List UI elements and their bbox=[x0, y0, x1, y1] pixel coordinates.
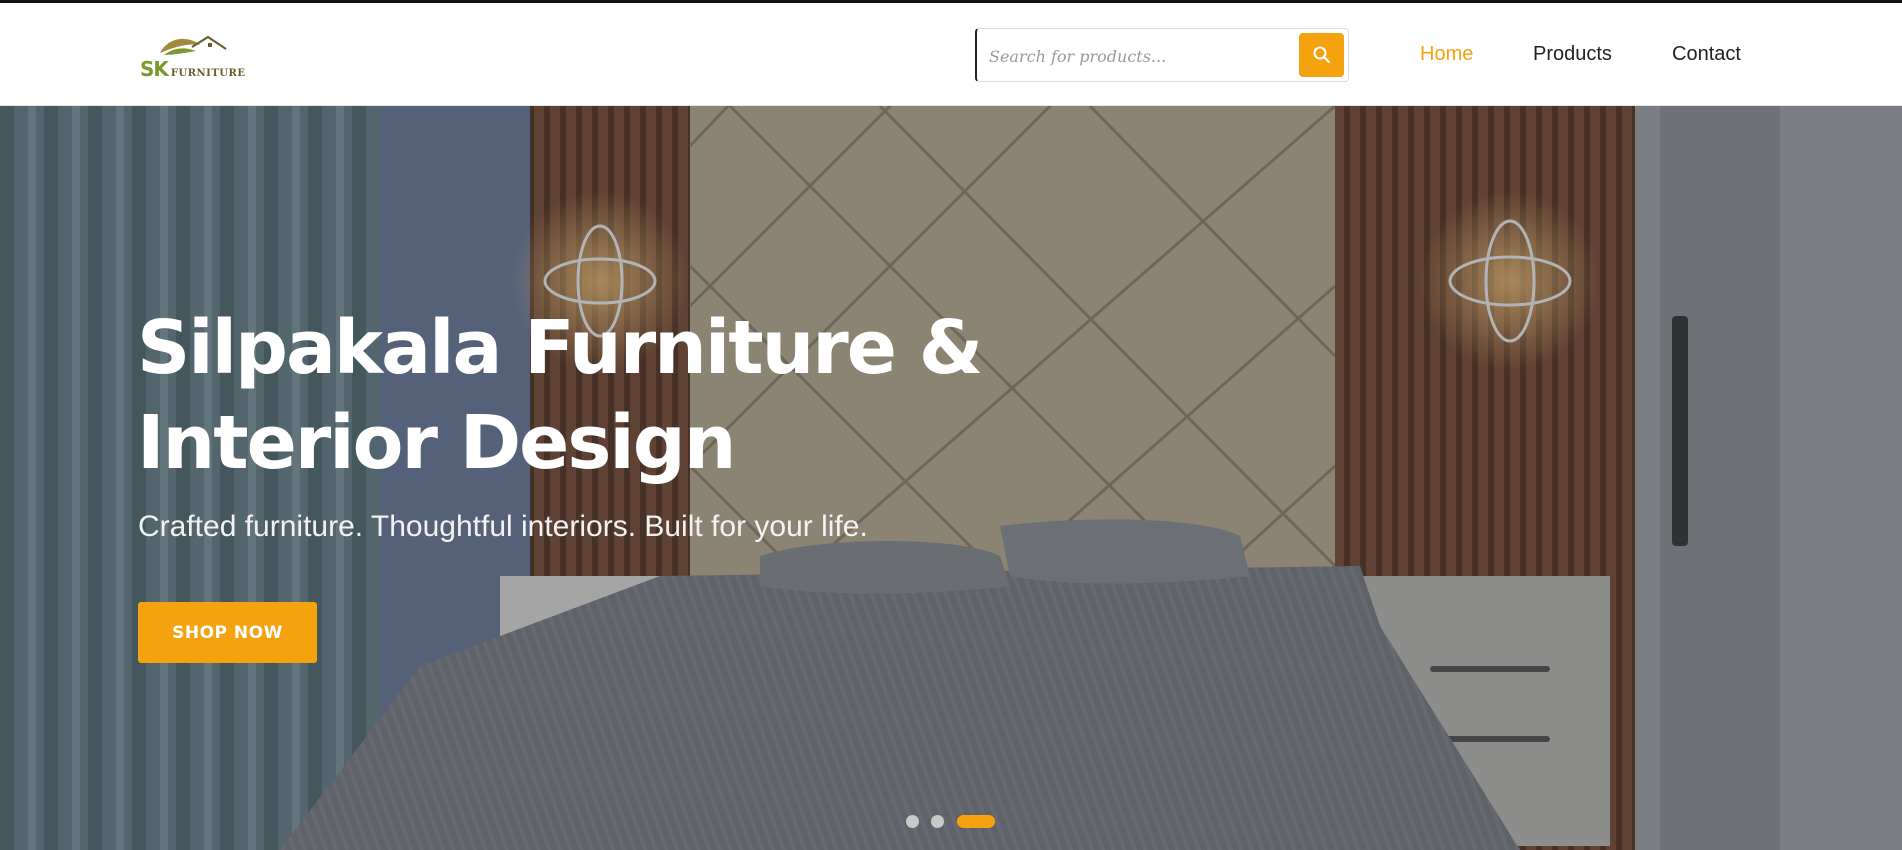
search-button[interactable] bbox=[1299, 33, 1344, 77]
logo-mark: SK bbox=[140, 57, 169, 81]
slider-dot-3-active[interactable] bbox=[957, 815, 995, 828]
nav-home[interactable]: Home bbox=[1420, 43, 1473, 66]
slider-dot-1[interactable] bbox=[906, 815, 919, 828]
site-header: SKFURNITURE Home Products Contact bbox=[0, 3, 1902, 106]
shop-now-button[interactable]: SHOP NOW bbox=[138, 602, 317, 663]
logo-word: FURNITURE bbox=[170, 68, 246, 79]
search-bar bbox=[975, 28, 1349, 82]
hero-title: Silpakala Furniture & Interior Design bbox=[137, 301, 1037, 491]
brand-logo[interactable]: SK FURNITURE bbox=[138, 33, 250, 81]
nav-contact[interactable]: Contact bbox=[1672, 43, 1741, 66]
search-input[interactable] bbox=[989, 43, 1289, 69]
hero-subtitle: Crafted furniture. Thoughtful interiors.… bbox=[138, 510, 868, 543]
slider-dot-2[interactable] bbox=[931, 815, 944, 828]
hero-slider: Silpakala Furniture & Interior Design Cr… bbox=[0, 106, 1902, 850]
nav-products[interactable]: Products bbox=[1533, 43, 1612, 66]
search-icon bbox=[1313, 46, 1330, 64]
hero-title-line1: Silpakala Furniture & bbox=[137, 305, 983, 391]
hero-title-line2: Interior Design bbox=[137, 400, 736, 486]
